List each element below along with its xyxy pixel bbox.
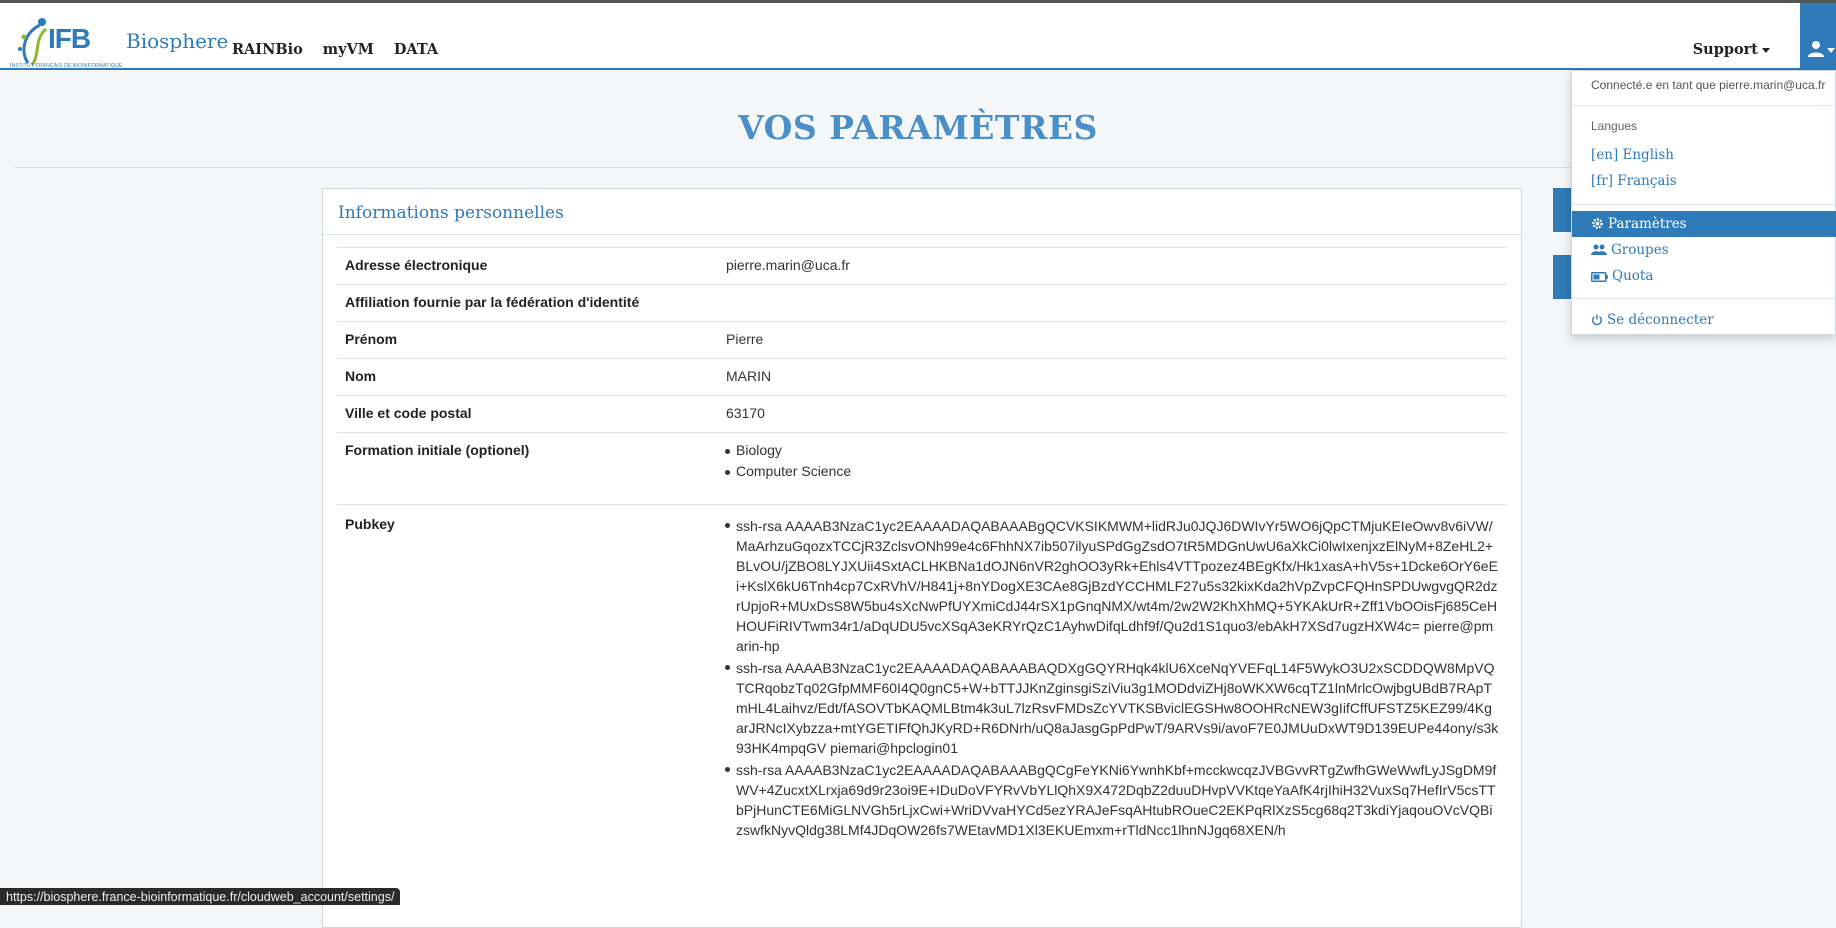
support-label: Support bbox=[1692, 41, 1758, 58]
affiliation-value bbox=[726, 285, 1507, 321]
row-label: Affiliation fournie par la fédération d'… bbox=[345, 294, 640, 310]
quota-menu-item[interactable]: Quota bbox=[1572, 263, 1836, 289]
main-nav: RAINBio myVM DATA bbox=[232, 41, 458, 58]
status-bar-url: https://biosphere.france-bioinformatique… bbox=[0, 888, 401, 905]
top-navbar: IFB INSTITUT FRANÇAIS DE BIOINFORMATIQUE… bbox=[0, 0, 1836, 70]
table-row: Ville et code postal 63170 bbox=[337, 396, 1507, 433]
postal-code-value: 63170 bbox=[726, 405, 765, 421]
info-table: Adresse électronique pierre.marin@uca.fr… bbox=[337, 247, 1507, 851]
lang-english-item[interactable]: [en] English bbox=[1572, 142, 1836, 168]
row-label: Adresse électronique bbox=[345, 257, 488, 273]
table-row: Adresse électronique pierre.marin@uca.fr bbox=[337, 248, 1507, 285]
power-icon bbox=[1591, 309, 1603, 335]
user-dropdown-menu: Connecté.e en tant que pierre.marin@uca.… bbox=[1571, 70, 1836, 335]
logo-letters: IFB bbox=[48, 23, 91, 54]
pubkey-item: ssh-rsa AAAAB3NzaC1yc2EAAAADAQABAAABgQCV… bbox=[725, 518, 1498, 654]
divider bbox=[1572, 105, 1836, 106]
row-label: Prénom bbox=[345, 331, 398, 347]
list-item: Biology bbox=[725, 442, 1499, 458]
nav-link-rainbio[interactable]: RAINBio bbox=[232, 41, 303, 58]
logout-label: Se déconnecter bbox=[1607, 312, 1714, 328]
row-label: Nom bbox=[345, 368, 377, 384]
row-label: Pubkey bbox=[345, 516, 395, 532]
logo-subtitle: INSTITUT FRANÇAIS DE BIOINFORMATIQUE bbox=[10, 63, 123, 69]
table-row: Affiliation fournie par la fédération d'… bbox=[337, 285, 1507, 322]
table-row: Nom MARIN bbox=[337, 359, 1507, 396]
pubkey-item: ssh-rsa AAAAB3NzaC1yc2EAAAADAQABAAABgQCg… bbox=[725, 760, 1499, 840]
list-item: Computer Science bbox=[725, 463, 1499, 479]
table-row: Formation initiale (optionel) Biology Co… bbox=[337, 433, 1507, 505]
nav-link-myvm[interactable]: myVM bbox=[323, 41, 374, 58]
settings-label: Paramètres bbox=[1608, 216, 1687, 232]
nav-link-data[interactable]: DATA bbox=[394, 41, 438, 58]
users-icon bbox=[1591, 239, 1607, 265]
title-divider bbox=[14, 167, 1836, 168]
brand-name: Biosphere bbox=[126, 29, 229, 53]
support-menu[interactable]: Support bbox=[1693, 41, 1770, 58]
personal-info-panel: Informations personnelles Adresse électr… bbox=[322, 188, 1522, 928]
brand[interactable]: IFB INSTITUT FRANÇAIS DE BIOINFORMATIQUE… bbox=[8, 13, 228, 71]
chevron-down-icon bbox=[1827, 48, 1835, 53]
divider bbox=[1572, 204, 1836, 205]
languages-header: Langues bbox=[1591, 119, 1638, 133]
settings-menu-item[interactable]: Paramètres bbox=[1572, 211, 1836, 237]
row-label: Formation initiale (optionel) bbox=[345, 442, 530, 458]
pubkey-list: ssh-rsa AAAAB3NzaC1yc2EAAAADAQABAAABgQCV… bbox=[725, 507, 1507, 851]
side-nav-button[interactable] bbox=[1553, 188, 1573, 232]
last-name-value: MARIN bbox=[726, 368, 772, 384]
groups-menu-item[interactable]: Groupes bbox=[1572, 237, 1836, 263]
page-title: VOS PARAMÈTRES bbox=[738, 108, 1098, 147]
panel-heading: Informations personnelles bbox=[323, 189, 1521, 235]
battery-icon bbox=[1591, 265, 1608, 291]
logout-menu-item[interactable]: Se déconnecter bbox=[1572, 307, 1836, 333]
table-row: Prénom Pierre bbox=[337, 322, 1507, 359]
user-menu-button[interactable] bbox=[1800, 3, 1836, 70]
quota-label: Quota bbox=[1612, 268, 1654, 284]
row-label: Ville et code postal bbox=[345, 405, 472, 421]
lang-french-item[interactable]: [fr] Français bbox=[1572, 168, 1836, 194]
chevron-down-icon bbox=[1762, 47, 1770, 53]
groups-label: Groupes bbox=[1611, 242, 1669, 258]
divider bbox=[1572, 298, 1836, 299]
connected-as-text: Connecté.e en tant que pierre.marin@uca.… bbox=[1591, 78, 1826, 92]
table-row: Pubkey ssh-rsa AAAAB3NzaC1yc2EAAAADAQABA… bbox=[337, 505, 1507, 851]
email-value: pierre.marin@uca.fr bbox=[726, 257, 850, 273]
pubkey-item: ssh-rsa AAAAB3NzaC1yc2EAAAADAQABAAABAQDX… bbox=[725, 660, 1499, 756]
user-icon bbox=[1808, 41, 1824, 57]
side-nav-button[interactable] bbox=[1553, 255, 1573, 299]
gear-icon bbox=[1591, 213, 1604, 239]
formation-list: Biology Computer Science bbox=[725, 433, 1507, 504]
first-name-value: Pierre bbox=[726, 331, 764, 347]
